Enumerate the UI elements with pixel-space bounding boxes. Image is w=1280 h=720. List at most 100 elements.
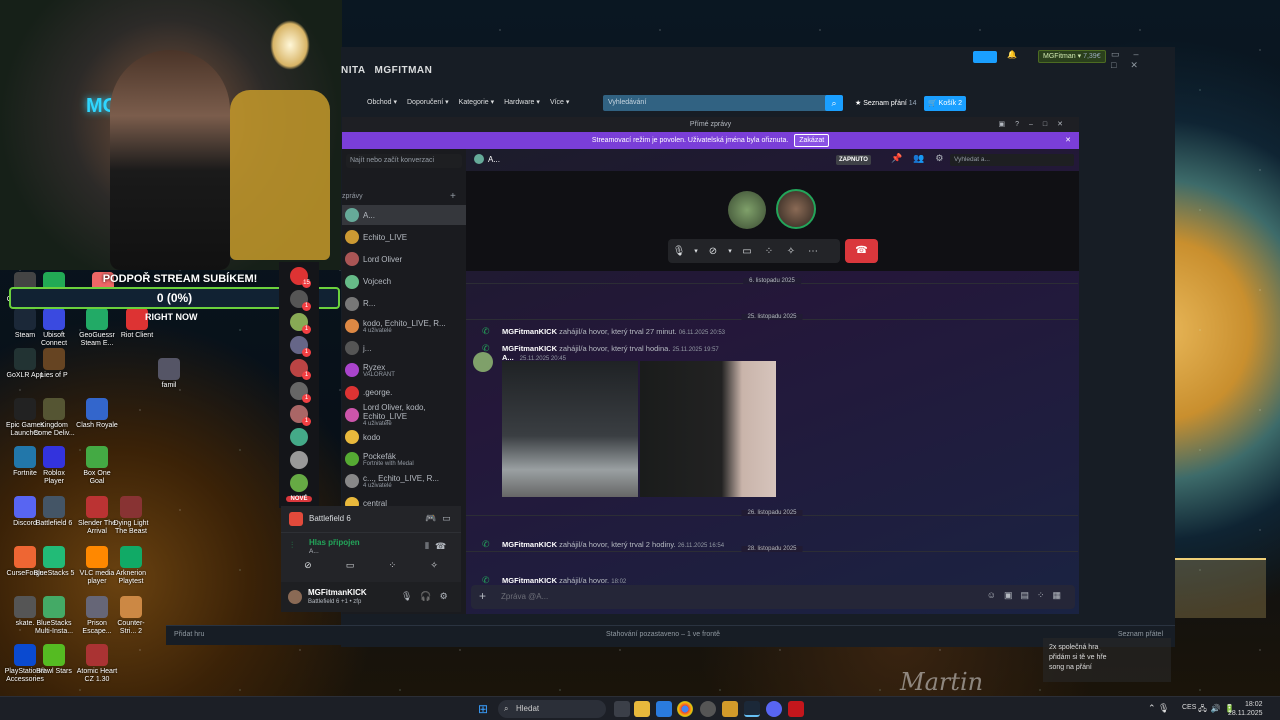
tray-icons[interactable]: ⌃ 🎙	[1148, 703, 1169, 714]
message-author[interactable]: MGFitmanKICK	[502, 540, 557, 549]
message-author[interactable]: MGFitmanKICK	[502, 344, 557, 353]
find-conversation-input[interactable]: Najít nebo začít konverzaci	[346, 154, 462, 168]
voice-connected-status[interactable]: Hlas připojen	[309, 538, 360, 547]
activities-icon[interactable]: ⁘	[758, 246, 780, 257]
dm-item[interactable]: Vojcech	[342, 272, 466, 292]
desktop-icon[interactable]: Brawl Stars	[33, 644, 75, 676]
dm-item[interactable]: .george.	[342, 383, 466, 403]
message-author[interactable]: MGFitmanKICK	[502, 576, 557, 585]
steam-nav-item[interactable]: Kategorie ▾	[459, 98, 494, 106]
composer-icons[interactable]: ☺▣▤⁘▦	[987, 590, 1069, 601]
dm-item[interactable]: kodo	[342, 427, 466, 447]
dm-item[interactable]: Lord Oliver	[342, 249, 466, 269]
chat-header-icons[interactable]: 📌👥⚙	[891, 153, 954, 164]
steam-nav-item[interactable]: Obchod ▾	[367, 98, 397, 106]
desktop-icon[interactable]: Atomic Heart CZ 1.30	[76, 644, 118, 684]
desktop-icon[interactable]: Clash Royale	[76, 398, 118, 430]
language-indicator[interactable]: CES	[1182, 704, 1196, 711]
desktop-icon[interactable]: Roblox Player	[33, 446, 75, 486]
chat-search-input[interactable]: Vyhledat a...	[950, 154, 1074, 166]
more-icon[interactable]: ⋯	[802, 246, 824, 257]
chevron-down-icon[interactable]: ▾	[690, 247, 702, 255]
dm-item[interactable]: kodo, Echito_LIVE, R... 4 uživatelé	[342, 316, 466, 336]
server-icon[interactable]: 1	[290, 290, 311, 311]
announce-icon[interactable]	[973, 51, 997, 63]
server-icon[interactable]	[290, 474, 308, 492]
task-view-icon[interactable]	[614, 701, 630, 717]
avatar[interactable]	[288, 590, 302, 604]
taskbar-search[interactable]: ⌕ Hledat	[498, 700, 606, 718]
dm-item[interactable]: Pockefák Fortnite with Medal	[342, 449, 466, 469]
activities-icon[interactable]: ⁘	[389, 560, 397, 576]
server-icon[interactable]	[290, 451, 308, 469]
clock[interactable]: 18:02 28.11.2025	[1228, 700, 1263, 718]
app-icon[interactable]	[700, 701, 716, 717]
desktop-icon[interactable]: Dying Light The Beast	[110, 496, 152, 536]
desktop-icon[interactable]: famil	[148, 358, 190, 390]
soundboard-icon[interactable]: ✧	[780, 246, 802, 257]
steam-nav-item[interactable]: Více ▾	[550, 98, 569, 106]
server-icon[interactable]: 1	[290, 359, 311, 380]
desktop-icon[interactable]: Battlefield 6	[33, 496, 75, 528]
server-icon[interactable]: 15	[290, 267, 311, 288]
camera-off-icon[interactable]: ⊘	[702, 246, 724, 257]
message-composer[interactable]: + Zpráva @A... ☺▣▤⁘▦	[471, 585, 1075, 609]
desktop-icon[interactable]: Arknerion Playtest	[110, 546, 152, 586]
desktop-icon[interactable]: Box One Goal	[76, 446, 118, 486]
attachment-image-tshirt[interactable]	[640, 361, 776, 497]
cart-button[interactable]: 🛒 Košík 2	[924, 96, 967, 111]
chrome-icon[interactable]	[677, 701, 693, 717]
desktop-icon[interactable]: Counter-Stri... 2	[110, 596, 152, 636]
file-explorer-icon[interactable]	[634, 701, 650, 717]
server-icon[interactable]	[290, 428, 308, 446]
add-dm-icon[interactable]: +	[450, 191, 456, 202]
app-icon[interactable]	[788, 701, 804, 717]
discord-icon[interactable]	[766, 701, 782, 717]
voice-icons[interactable]: ⦀☎	[425, 541, 452, 552]
desktop-icon[interactable]: BlueStacks 5	[33, 546, 75, 578]
steam-nav-item[interactable]: Hardware ▾	[504, 98, 540, 106]
steam-icon[interactable]	[744, 701, 760, 717]
friends-list-button[interactable]: Seznam přátel	[1118, 631, 1163, 638]
steam-user-badge[interactable]: MGFitman ▾ 7,39€	[1038, 50, 1106, 63]
dm-item[interactable]: Lord Oliver, kodo, Echito_LIVE 4 uživatel…	[342, 403, 466, 427]
app-icon[interactable]	[656, 701, 672, 717]
steam-window-controls[interactable]: ▭–□✕	[1111, 49, 1175, 71]
chevron-down-icon[interactable]: ▾	[724, 247, 736, 255]
download-status[interactable]: Stahování pozastaveno – 1 ve frontě	[606, 631, 720, 638]
server-icon[interactable]: 1	[290, 382, 311, 403]
app-icon[interactable]	[722, 701, 738, 717]
bell-icon[interactable]: 🔔	[1007, 50, 1017, 59]
discord-window-controls[interactable]: ▣?–□✕	[999, 117, 1074, 132]
steam-nav-item[interactable]: Doporučení ▾	[407, 98, 449, 106]
server-icon[interactable]: 1	[290, 405, 311, 426]
screen-share-icon[interactable]: ▭	[346, 560, 355, 576]
desktop-icon[interactable]: Kingdom Come Deliv...	[33, 398, 75, 438]
hang-up-button[interactable]: ☎	[845, 239, 878, 263]
close-banner-icon[interactable]: ✕	[1065, 132, 1071, 149]
activity-icons[interactable]: 🎮▭	[425, 513, 457, 524]
dm-item[interactable]: Echito_LIVE	[342, 227, 466, 247]
add-game-button[interactable]: Přidat hru	[174, 631, 204, 638]
message-author[interactable]: MGFitmanKICK	[502, 327, 557, 336]
dm-item[interactable]: j...	[342, 338, 466, 358]
desktop-icon[interactable]: Lies of P	[33, 348, 75, 380]
windows-start-icon[interactable]: ⊞	[478, 702, 492, 716]
avatar[interactable]	[473, 352, 493, 372]
desktop-icon[interactable]: BlueStacks Multi-Insta...	[33, 596, 75, 636]
desktop-icon[interactable]: Ubisoft Connect	[33, 308, 75, 348]
attachment-image-night-road[interactable]	[502, 361, 638, 497]
dm-item[interactable]: c..., Echito_LIVE, R... 4 uživatelé	[342, 471, 466, 491]
screen-share-icon[interactable]: ▭	[736, 246, 758, 257]
disable-streamer-mode-button[interactable]: Zakázat	[794, 134, 830, 147]
new-badge[interactable]: NOVÉ	[286, 496, 312, 502]
microphone-icon[interactable]: 🎙	[668, 246, 690, 257]
dm-item[interactable]: R...	[342, 294, 466, 314]
user-controls[interactable]: 🎙🎧⚙	[401, 591, 456, 602]
add-attachment-icon[interactable]: +	[479, 589, 486, 603]
server-icon[interactable]: 1	[290, 313, 311, 334]
message-input[interactable]: Zpráva @A...	[501, 592, 548, 601]
dm-item[interactable]: Ryzex VALORANT	[342, 360, 466, 380]
steam-search-input[interactable]: Vyhledávání	[603, 95, 828, 111]
desktop-icon[interactable]: GeoGuessr Steam E...	[76, 308, 118, 348]
